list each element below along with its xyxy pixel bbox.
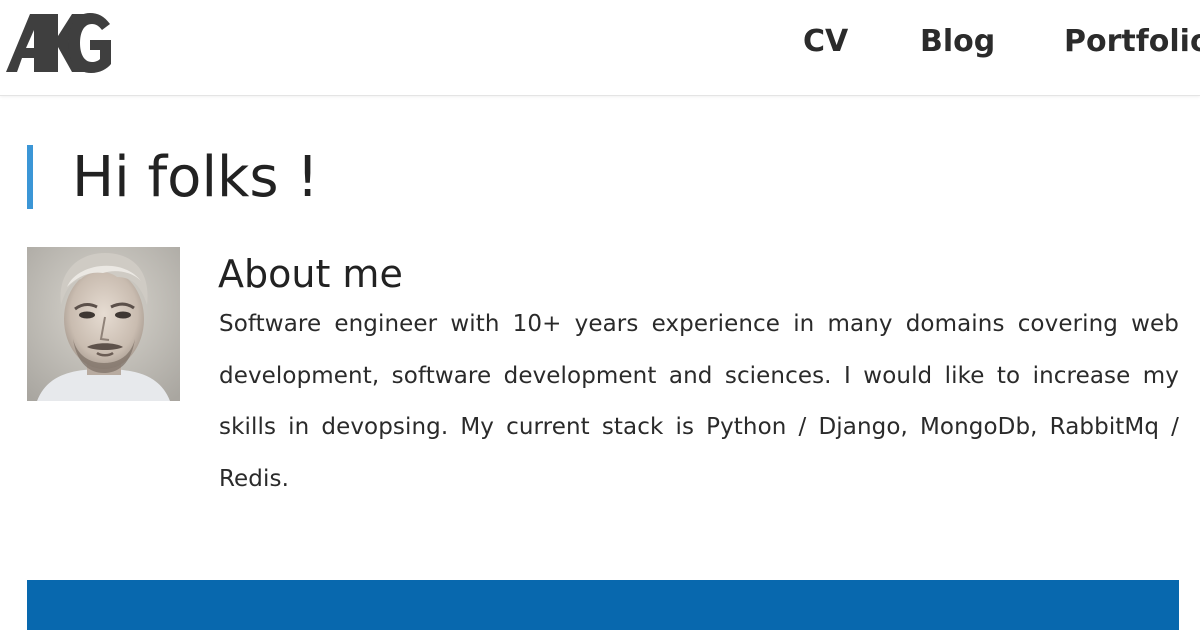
nav-portfolio-link[interactable]: Portfolio — [1064, 24, 1200, 59]
about-paragraph: Software engineer with 10+ years experie… — [219, 311, 1179, 492]
section-banner — [27, 580, 1179, 630]
site-header: CV Blog Portfolio — [0, 0, 1200, 96]
nav-cv-link[interactable]: CV — [803, 24, 848, 59]
nav-blog-link[interactable]: Blog — [920, 24, 995, 59]
site-logo[interactable] — [6, 10, 114, 76]
profile-photo — [27, 247, 180, 401]
about-heading: About me — [218, 252, 403, 296]
greeting-accent-bar — [27, 145, 33, 209]
page-title: Hi folks ! — [72, 145, 319, 210]
main-content: Hi folks ! About me Software engineer wi… — [0, 96, 1200, 630]
